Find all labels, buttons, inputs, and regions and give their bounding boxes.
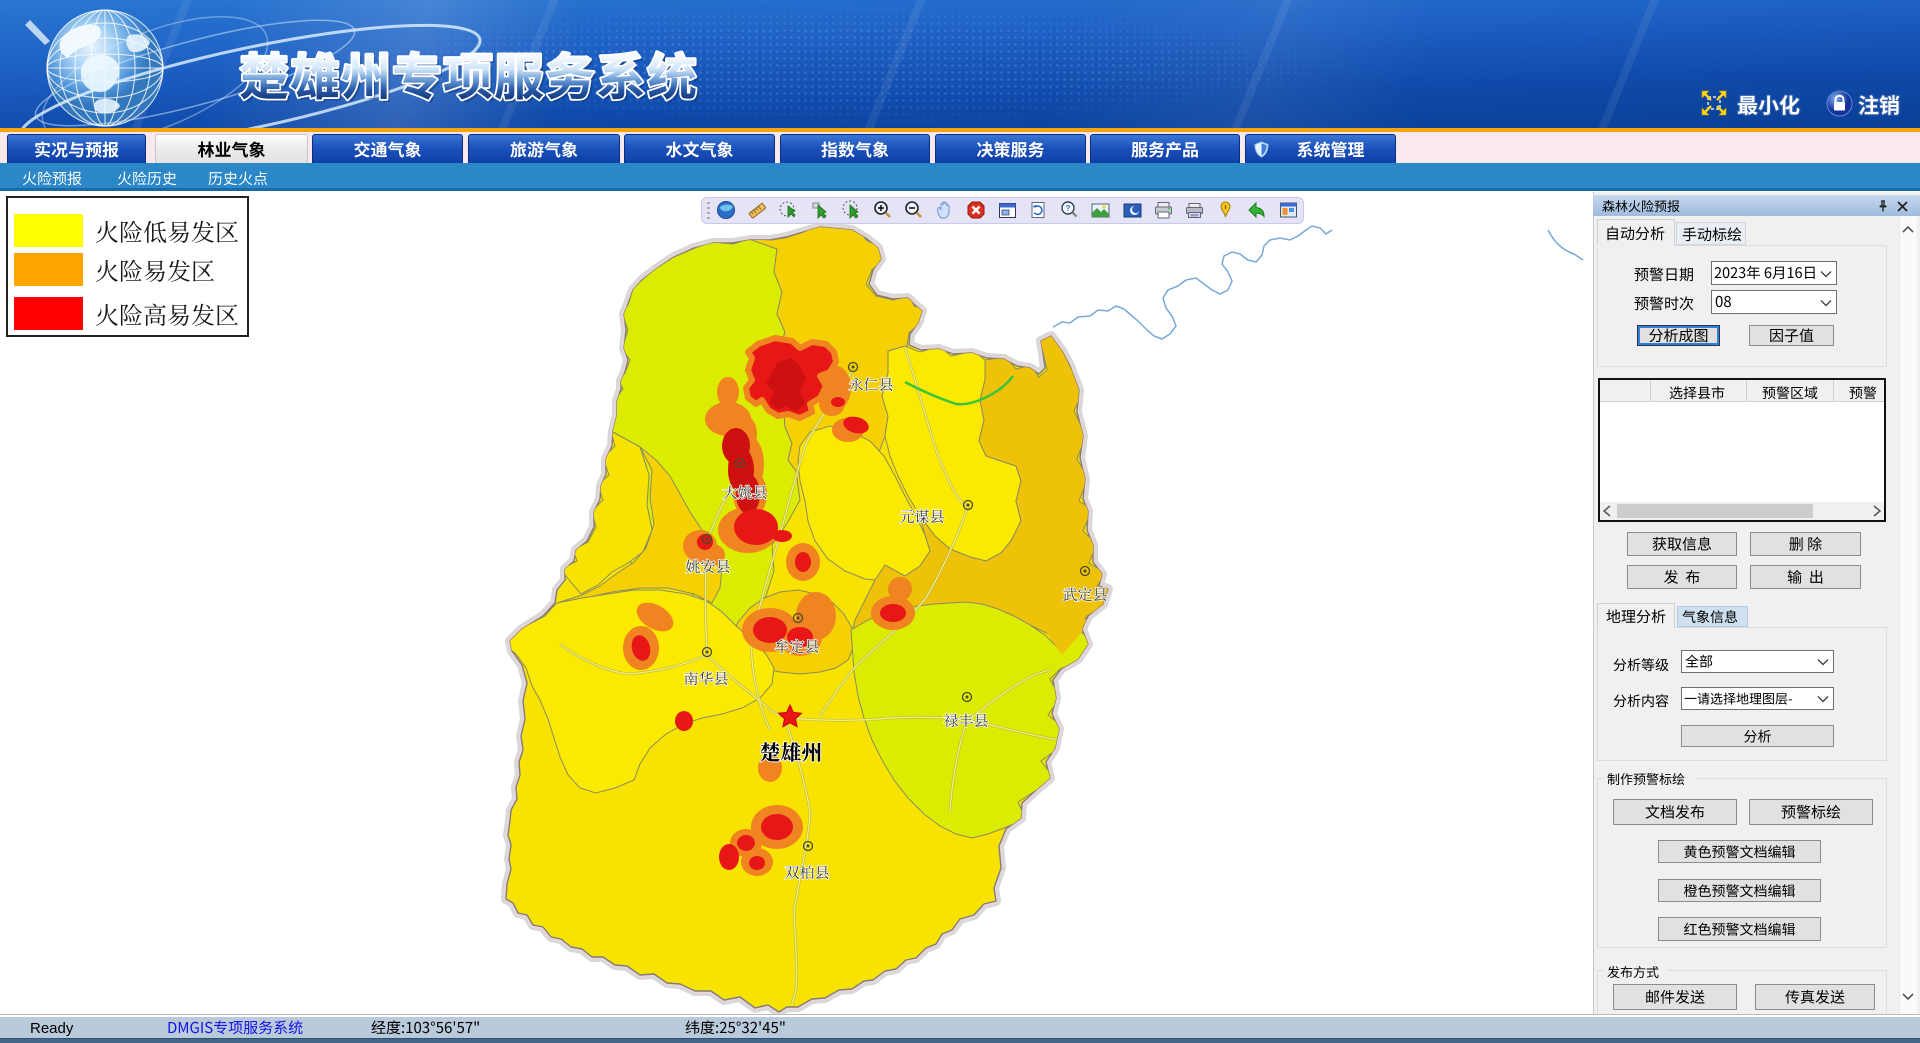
svg-text:?: ? bbox=[1066, 204, 1071, 213]
